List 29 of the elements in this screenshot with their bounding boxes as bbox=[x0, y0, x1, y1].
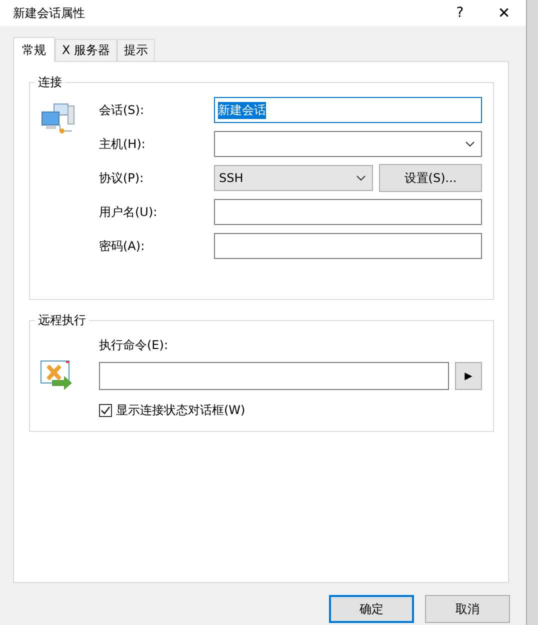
dropdown[interactable] bbox=[214, 131, 482, 157]
close-button[interactable]: ✕ bbox=[482, 0, 526, 26]
chevron-down-icon bbox=[356, 175, 366, 181]
group-title: 连接 bbox=[35, 74, 65, 91]
computers-icon bbox=[40, 103, 76, 135]
settings-button[interactable]: 设置(S)... bbox=[379, 164, 482, 192]
tab[interactable]: 提示 bbox=[117, 39, 156, 61]
input-field[interactable] bbox=[214, 199, 482, 225]
field-label: 执行命令(E): bbox=[99, 337, 169, 354]
field-label: 主机(H): bbox=[99, 136, 146, 152]
dropdown[interactable]: SSH bbox=[214, 165, 373, 191]
checkbox[interactable] bbox=[99, 404, 112, 417]
chevron-down-icon bbox=[465, 141, 475, 147]
field-label: 用户名(U): bbox=[99, 204, 158, 220]
field-label: 协议(P): bbox=[99, 170, 145, 186]
tab[interactable]: X 服务器 bbox=[55, 39, 118, 61]
input-field[interactable] bbox=[99, 362, 449, 390]
group-title: 远程执行 bbox=[35, 312, 89, 329]
field-label: 密码(A): bbox=[99, 238, 146, 254]
window-title: 新建会话属性 bbox=[13, 4, 86, 22]
help-button[interactable]: ? bbox=[438, 0, 482, 26]
cancel-button[interactable]: 取消 bbox=[425, 595, 510, 623]
ok-button[interactable]: 确定 bbox=[329, 595, 414, 623]
tab[interactable]: 常规 bbox=[13, 37, 55, 62]
input-field[interactable] bbox=[214, 233, 482, 259]
checkbox-label: 显示连接状态对话框(W) bbox=[116, 402, 246, 419]
input-field[interactable]: 新建会话 bbox=[214, 97, 482, 123]
field-label: 会话(S): bbox=[99, 102, 146, 118]
run-button[interactable]: ▶ bbox=[455, 362, 482, 390]
